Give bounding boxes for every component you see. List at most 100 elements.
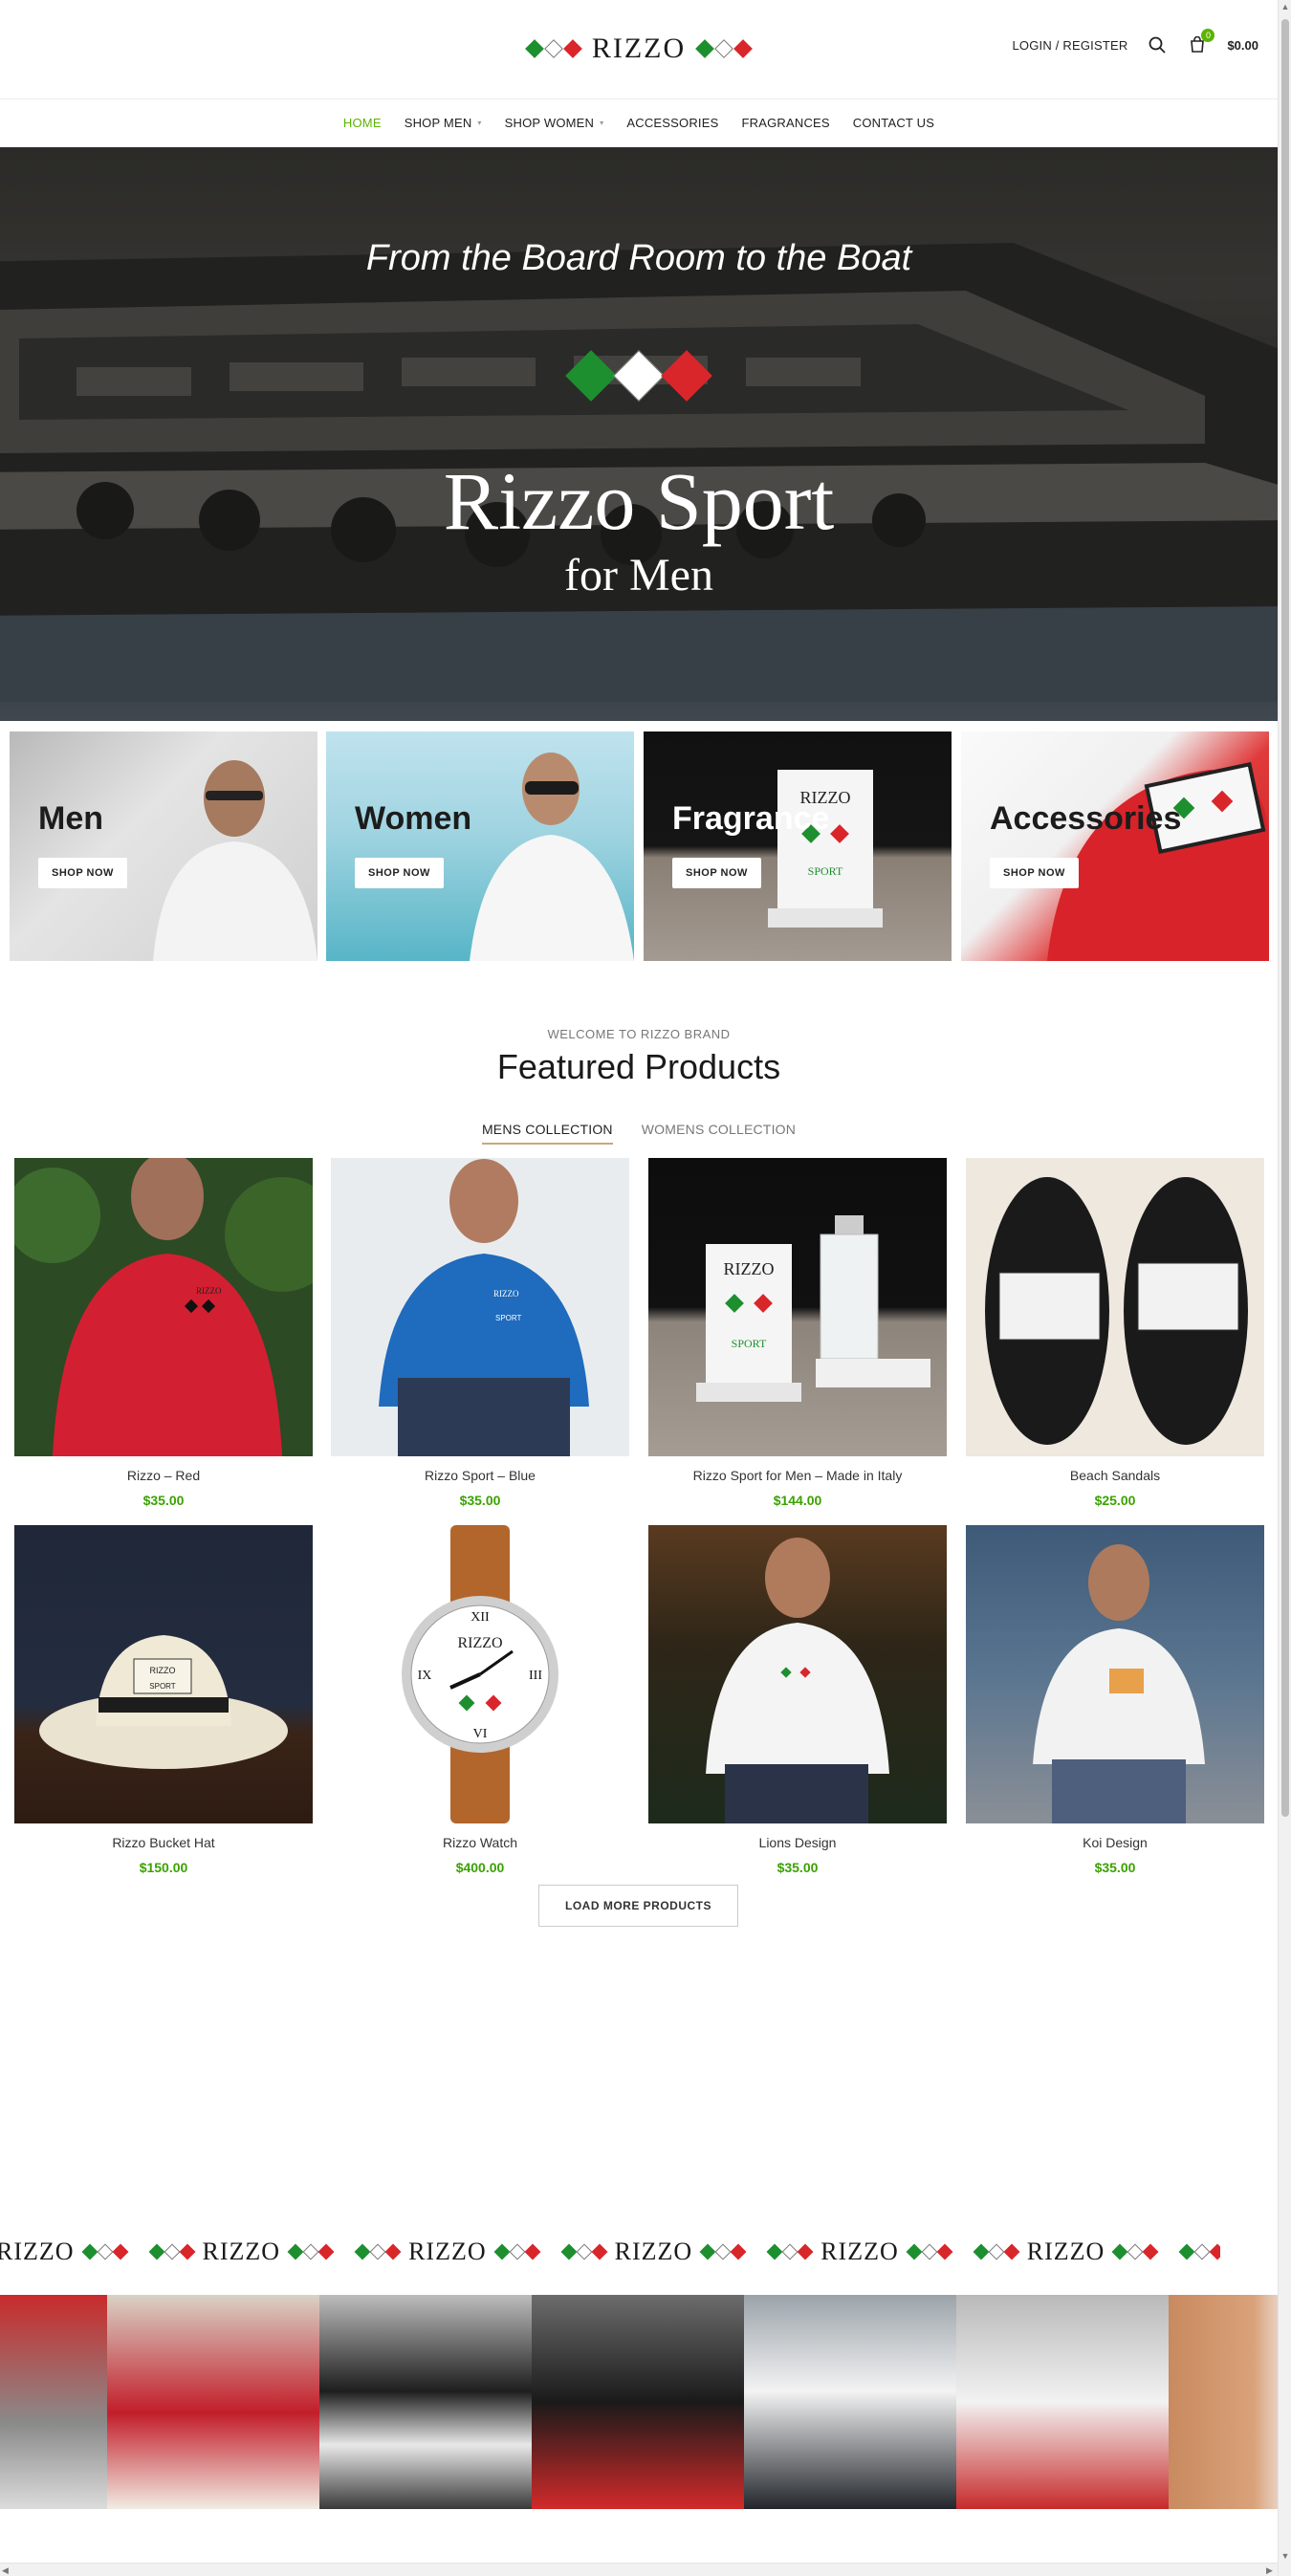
svg-text:RIZZO: RIZZO <box>457 1635 502 1651</box>
search-icon[interactable] <box>1147 34 1168 55</box>
category-tile-fragrance[interactable]: RIZZO SPORT Fragrance SHOP NOW <box>644 731 952 961</box>
category-image <box>326 731 634 961</box>
chevron-down-icon: ▾ <box>477 119 482 127</box>
svg-text:RIZZO: RIZZO <box>150 1666 176 1675</box>
tab-mens-collection[interactable]: MENS COLLECTION <box>481 1122 613 1145</box>
site-header: RIZZO LOGIN / REGISTER 0 $0.00 <box>0 0 1278 99</box>
instagram-gallery <box>0 2295 1278 2509</box>
nav-label: FRAGRANCES <box>741 116 830 130</box>
login-register-link[interactable]: LOGIN / REGISTER <box>1013 38 1128 53</box>
product-card[interactable]: Lions Design $35.00 <box>648 1525 947 1875</box>
product-image[interactable] <box>966 1525 1264 1823</box>
product-price: $144.00 <box>773 1493 822 1508</box>
flag-diamonds-icon <box>699 2243 747 2260</box>
product-name[interactable]: Rizzo Sport for Men – Made in Italy <box>648 1468 947 1483</box>
product-name[interactable]: Rizzo Watch <box>331 1835 629 1850</box>
nav-item-fragrances[interactable]: FRAGRANCES <box>737 116 833 130</box>
shop-now-button[interactable]: SHOP NOW <box>38 858 127 888</box>
svg-text:RIZZO: RIZZO <box>196 1286 222 1296</box>
product-card[interactable]: Beach Sandals $25.00 <box>966 1158 1264 1508</box>
product-image[interactable]: RIZZO <box>14 1158 313 1456</box>
hero-subtitle: for Men <box>564 550 713 600</box>
vertical-scrollbar[interactable]: ▲ ▼ <box>1278 0 1291 2576</box>
nav-item-shop-women[interactable]: SHOP WOMEN ▾ <box>501 116 608 130</box>
product-card[interactable]: XII VI IX III RIZZO Rizzo Watch $400.00 <box>331 1525 629 1875</box>
nav-label: ACCESSORIES <box>626 116 719 130</box>
shop-now-button[interactable]: SHOP NOW <box>672 858 761 888</box>
nav-label: SHOP WOMEN <box>504 116 595 130</box>
category-image <box>961 731 1269 961</box>
product-card[interactable]: Koi Design $35.00 <box>966 1525 1264 1875</box>
strip-logo: RIZZO <box>0 2238 129 2266</box>
strip-logo: RIZZO <box>1178 2238 1220 2266</box>
product-price: $35.00 <box>1094 1860 1136 1875</box>
flag-diamonds-icon <box>81 2243 129 2260</box>
product-price: $150.00 <box>139 1860 188 1875</box>
gallery-image[interactable] <box>107 2295 319 2509</box>
horizontal-scrollbar[interactable]: ◀ ▶ <box>0 2563 1278 2576</box>
gallery-image[interactable] <box>319 2295 532 2509</box>
flag-diamonds-icon <box>1111 2243 1159 2260</box>
gallery-image[interactable] <box>1169 2295 1278 2509</box>
category-tile-men[interactable]: Men SHOP NOW <box>10 731 317 961</box>
product-name[interactable]: Lions Design <box>648 1835 947 1850</box>
svg-text:RIZZO: RIZZO <box>724 1259 775 1278</box>
shop-now-button[interactable]: SHOP NOW <box>990 858 1079 888</box>
category-tile-women[interactable]: Women SHOP NOW <box>326 731 634 961</box>
product-grid: RIZZO Rizzo – Red $35.00 RIZZO SPORT Rizz… <box>0 1158 1278 1927</box>
nav-item-shop-men[interactable]: SHOP MEN ▾ <box>401 116 486 130</box>
hero-emblem <box>0 350 1278 402</box>
product-image[interactable]: RIZZO SPORT <box>331 1158 629 1456</box>
product-image[interactable] <box>648 1525 947 1823</box>
product-image[interactable]: RIZZO SPORT <box>14 1525 313 1823</box>
product-card[interactable]: RIZZO Rizzo – Red $35.00 <box>14 1158 313 1508</box>
product-name[interactable]: Beach Sandals <box>966 1468 1264 1483</box>
flag-diamonds-icon <box>766 2243 814 2260</box>
product-card[interactable]: RIZZO SPORT Rizzo Sport for Men – Made in… <box>648 1158 947 1508</box>
strip-logo: RIZZO <box>148 2238 335 2266</box>
nav-item-home[interactable]: HOME <box>339 116 385 130</box>
strip-logo: RIZZO <box>766 2238 953 2266</box>
nav-item-accessories[interactable]: ACCESSORIES <box>623 116 722 130</box>
strip-logo: RIZZO <box>560 2238 747 2266</box>
category-label: Men <box>38 800 103 837</box>
scrollbar-thumb[interactable] <box>1281 19 1289 1817</box>
nav-label: HOME <box>342 116 382 130</box>
scroll-left-arrow-icon[interactable]: ◀ <box>2 2565 11 2575</box>
load-more-products-button[interactable]: LOAD MORE PRODUCTS <box>538 1885 738 1927</box>
product-image[interactable]: RIZZO SPORT <box>648 1158 947 1456</box>
site-logo[interactable]: RIZZO <box>524 29 754 69</box>
product-card[interactable]: RIZZO SPORT Rizzo Sport – Blue $35.00 <box>331 1158 629 1508</box>
product-price: $400.00 <box>455 1860 505 1875</box>
cart-icon[interactable]: 0 <box>1187 29 1215 55</box>
product-name[interactable]: Koi Design <box>966 1835 1264 1850</box>
hero-banner: From the Board Room to the Boat Rizzo Sp… <box>0 147 1278 721</box>
gallery-image[interactable] <box>744 2295 956 2509</box>
product-image[interactable]: XII VI IX III RIZZO <box>331 1525 629 1823</box>
cart-total[interactable]: $0.00 <box>1227 38 1258 53</box>
product-name[interactable]: Rizzo – Red <box>14 1468 313 1483</box>
gallery-image[interactable] <box>532 2295 744 2509</box>
category-image <box>10 731 317 961</box>
flag-diamonds-icon <box>560 2243 608 2260</box>
gallery-image[interactable] <box>956 2295 1169 2509</box>
logo-text: RIZZO <box>591 33 687 64</box>
nav-item-contact-us[interactable]: CONTACT US <box>849 116 938 130</box>
product-price: $35.00 <box>459 1493 501 1508</box>
product-name[interactable]: Rizzo Sport – Blue <box>331 1468 629 1483</box>
shop-now-button[interactable]: SHOP NOW <box>355 858 444 888</box>
svg-text:VI: VI <box>473 1727 488 1741</box>
strip-logo: RIZZO <box>354 2238 541 2266</box>
product-name[interactable]: Rizzo Bucket Hat <box>14 1835 313 1850</box>
gallery-image[interactable] <box>0 2295 107 2509</box>
scroll-up-arrow-icon[interactable]: ▲ <box>1280 2 1290 11</box>
category-tile-accessories[interactable]: Accessories SHOP NOW <box>961 731 1269 961</box>
product-card[interactable]: RIZZO SPORT Rizzo Bucket Hat $150.00 <box>14 1525 313 1875</box>
tab-womens-collection[interactable]: WOMENS COLLECTION <box>642 1122 796 1145</box>
strip-logo-text: RIZZO <box>202 2238 281 2265</box>
scroll-down-arrow-icon[interactable]: ▼ <box>1280 2551 1290 2561</box>
page: RIZZO LOGIN / REGISTER 0 $0.00 HOME SHOP… <box>0 0 1278 2509</box>
featured-header: WELCOME TO RIZZO BRAND Featured Products <box>0 971 1278 1087</box>
product-image[interactable] <box>966 1158 1264 1456</box>
scroll-right-arrow-icon[interactable]: ▶ <box>1266 2565 1276 2575</box>
